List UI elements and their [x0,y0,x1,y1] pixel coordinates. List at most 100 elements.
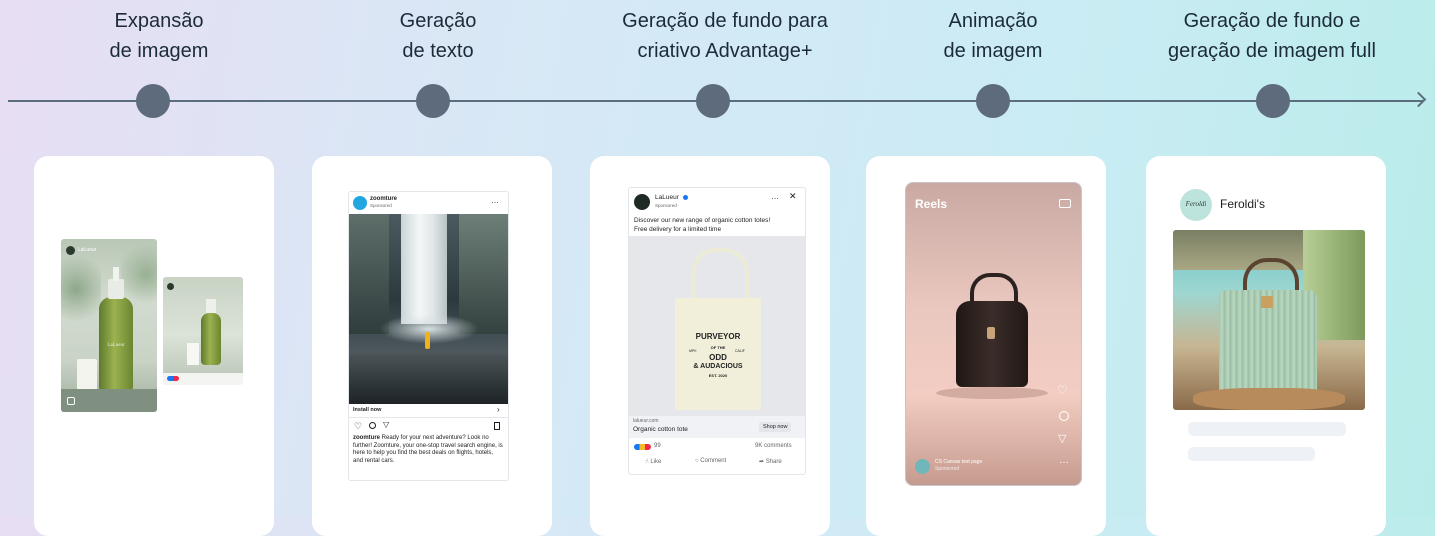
tote-print-line: & AUDACIOUS [693,363,743,370]
caption-username: zoomture [353,435,380,441]
tote-print-line: EST. 2020 [708,373,728,378]
brand-name: zoomture [370,196,397,202]
stage-title-background-generation: Geração de fundo para criativo Advantage… [575,6,875,66]
stage-title-text-generation: Geração de texto [288,6,588,66]
logo-avatar: Feroldi [1180,189,1212,221]
link-domain: lalueur.com [633,418,659,424]
expanded-product-image: LaLueur LaLueur [61,239,157,412]
stage-title-line: Animação [948,10,1038,32]
background-generation-card: LaLueur Sponsored · … ✕ Discover our new… [590,156,830,536]
share-icon: ➦ [759,459,766,465]
stage-title-line: Expansão [114,10,204,32]
reels-title: Reels [915,197,948,211]
camera-icon[interactable] [1059,199,1071,208]
reels-icon [67,397,75,405]
hiker [425,332,430,349]
comment-button[interactable]: ○ Comment [695,458,726,464]
timeline-dot [696,84,730,118]
sponsored-label: Sponsored [370,203,392,208]
sponsored-label: Sponsored · [655,203,680,208]
timeline-dot [416,84,450,118]
comment-count: 9K comments [755,443,792,449]
sponsored-label: Sponsored [935,466,960,472]
heart-icon[interactable]: ♡ [1057,383,1068,397]
timeline-dot [1256,84,1290,118]
stage-title-line: criativo Advantage+ [637,40,813,62]
brand-name: LaLueur [78,247,97,253]
like-button[interactable]: ☝ Like [645,458,661,465]
stage-title-image-expansion: Expansão de imagem [9,6,309,66]
waterfall-photo [349,214,508,404]
bottle [201,313,221,365]
stage-title-line: Geração de fundo e [1183,10,1361,32]
bottle-label: LaLueur [107,343,125,348]
bookmark-icon[interactable] [494,422,500,430]
comment-icon[interactable] [369,422,376,429]
full-image-generation-card: Feroldi Feroldi's [1146,156,1386,536]
stage-title-line: de imagem [109,40,209,62]
heart-icon[interactable]: ♡ [354,421,362,432]
avatar [915,459,930,474]
reaction-icons [167,376,179,381]
stage-title-full-image-generation: Geração de fundo e geração de imagem ful… [1122,6,1422,66]
more-icon[interactable]: … [1059,455,1069,466]
reaction-count: 99 [654,443,661,449]
stage-title-line: geração de imagem full [1168,40,1376,62]
tote-print-line: PURVEYOR [695,332,741,341]
verified-icon [683,195,688,200]
tote-print-line: OF THE [710,345,726,350]
brand-name: LaLueur [655,194,679,201]
more-icon[interactable]: … [491,196,499,205]
send-icon[interactable]: ▽ [383,420,389,429]
avatar [167,283,174,290]
chevron-right-icon: › [497,405,500,414]
more-icon[interactable]: … [771,192,779,201]
share-label: Share [765,459,782,465]
avatar [66,246,75,255]
ad-message-line: Free delivery for a limited time [634,226,722,233]
timeline-dot [136,84,170,118]
page-name: CS Canvas test page [935,459,983,465]
reaction-icons [634,444,651,450]
reels-mockup: Reels ♡ ▽ … CS Canvas test page Sponsore… [905,182,1082,486]
image-animation-card: Reels ♡ ▽ … CS Canvas test page Sponsore… [866,156,1106,536]
install-now-bar[interactable]: Install now › [349,404,508,418]
stage-title-line: de texto [402,40,474,62]
link-headline: Organic cotton tote [633,426,688,433]
text-placeholder-bar [1188,447,1315,461]
candle [77,359,97,393]
handbag-photo [1173,230,1365,410]
stage-title-image-animation: Animação de imagem [843,6,1143,66]
stage-title-line: de imagem [943,40,1043,62]
install-now-link[interactable]: Install now [353,407,381,413]
post-caption: zoomture Ready for your next adventure? … [353,435,504,465]
tote-photo: PURVEYOR MPK OF THE CALIF ODD & AUDACIOU… [629,236,805,416]
avatar [353,196,367,210]
original-product-image [163,277,243,385]
arrow-right-icon [1410,91,1427,108]
ad-message: Discover our new range of organic cotton… [634,216,802,234]
ad-mockup: LaLueur Sponsored · … ✕ Discover our new… [628,187,806,475]
logo-text: Feroldi [1185,200,1207,208]
ad-message-line: Discover our new range of organic cotton… [634,217,771,224]
stage-title-line: Geração [399,10,477,32]
like-label: Like [650,459,662,465]
text-placeholder-bar [1188,422,1346,436]
image-expansion-card: LaLueur LaLueur [34,156,274,536]
handbag-clasp [1261,296,1273,308]
close-icon[interactable]: ✕ [789,191,797,202]
brand-name: Feroldi's [1220,197,1265,211]
waterfall [401,214,447,324]
stage-title-line: Geração de fundo para [622,10,828,32]
send-icon[interactable]: ▽ [1058,432,1066,445]
link-bar[interactable]: lalueur.com Organic cotton tote Shop now [629,416,805,438]
comment-icon[interactable] [1059,411,1069,421]
tote-print-line: ODD [709,353,727,362]
handbag-clasp [987,327,995,339]
ad-mockup: zoomture Sponsored … Install now › ♡ ▽ z… [348,191,509,481]
shop-now-button[interactable]: Shop now [759,422,792,432]
handbag [956,301,1028,387]
share-button[interactable]: ➦ Share [759,458,782,465]
comment-label: Comment [700,458,727,464]
text-generation-card: zoomture Sponsored … Install now › ♡ ▽ z… [312,156,552,536]
